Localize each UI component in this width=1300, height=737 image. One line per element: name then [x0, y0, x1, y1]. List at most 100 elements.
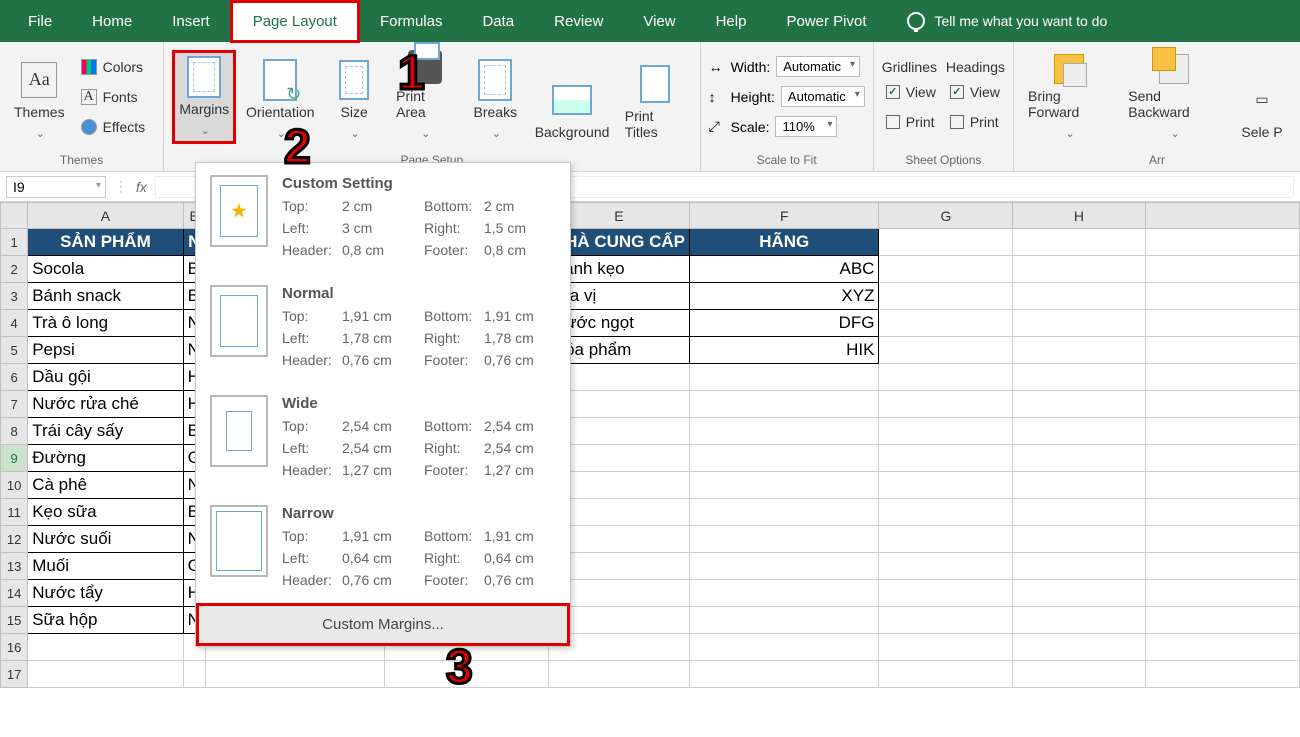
- tab-power-pivot[interactable]: Power Pivot: [766, 3, 886, 40]
- cell[interactable]: [879, 553, 1013, 580]
- row-header[interactable]: 5: [1, 337, 28, 364]
- print-titles-button[interactable]: Print Titles: [619, 50, 692, 144]
- tell-me-search[interactable]: Tell me what you want to do: [907, 12, 1108, 30]
- cell[interactable]: [1145, 256, 1299, 283]
- col-header-i[interactable]: [1145, 203, 1299, 229]
- cell[interactable]: [1013, 310, 1145, 337]
- cell[interactable]: [1145, 580, 1299, 607]
- cell[interactable]: [1145, 472, 1299, 499]
- cell[interactable]: [879, 607, 1013, 634]
- background-button[interactable]: Background: [531, 50, 612, 144]
- size-button[interactable]: Size: [324, 50, 384, 144]
- cell[interactable]: [1145, 391, 1299, 418]
- bring-forward-button[interactable]: Bring Forward: [1022, 50, 1116, 144]
- cell[interactable]: [879, 661, 1013, 688]
- cell[interactable]: [879, 418, 1013, 445]
- cell[interactable]: [1013, 580, 1145, 607]
- cell[interactable]: [1013, 229, 1145, 256]
- cell[interactable]: XYZ: [690, 283, 879, 310]
- cell[interactable]: [879, 256, 1013, 283]
- row-header[interactable]: 6: [1, 364, 28, 391]
- cell[interactable]: [879, 391, 1013, 418]
- cell[interactable]: [1145, 661, 1299, 688]
- margins-option-wide[interactable]: Wide Top:2,54 cmBottom:2,54 cm Left:2,54…: [196, 383, 570, 493]
- cell[interactable]: HÃNG: [690, 229, 879, 256]
- tab-view[interactable]: View: [623, 3, 695, 40]
- tab-home[interactable]: Home: [72, 3, 152, 40]
- cell[interactable]: [1013, 472, 1145, 499]
- cell[interactable]: [879, 310, 1013, 337]
- cell[interactable]: [879, 526, 1013, 553]
- row-header[interactable]: 2: [1, 256, 28, 283]
- headings-view-checkbox[interactable]: View: [946, 79, 1004, 105]
- cell[interactable]: [879, 472, 1013, 499]
- cell[interactable]: [690, 391, 879, 418]
- cell[interactable]: [1013, 661, 1145, 688]
- row-header[interactable]: 15: [1, 607, 28, 634]
- fonts-button[interactable]: AFonts: [77, 84, 156, 110]
- cell[interactable]: [879, 634, 1013, 661]
- cell[interactable]: Trà ô long: [28, 310, 183, 337]
- cell[interactable]: [879, 499, 1013, 526]
- headings-print-checkbox[interactable]: Print: [946, 109, 1003, 135]
- cell[interactable]: Nước rửa ché: [28, 391, 183, 418]
- tab-file[interactable]: File: [8, 3, 72, 40]
- row-header[interactable]: 17: [1, 661, 28, 688]
- cell[interactable]: [1013, 337, 1145, 364]
- cell[interactable]: [1013, 553, 1145, 580]
- row-header[interactable]: 7: [1, 391, 28, 418]
- row-header[interactable]: 13: [1, 553, 28, 580]
- cell[interactable]: [1013, 634, 1145, 661]
- cell[interactable]: Pepsi: [28, 337, 183, 364]
- row-header[interactable]: 1: [1, 229, 28, 256]
- col-header-f[interactable]: F: [690, 203, 879, 229]
- col-header-h[interactable]: H: [1013, 203, 1145, 229]
- breaks-button[interactable]: Breaks: [465, 50, 525, 144]
- cell[interactable]: [1013, 283, 1145, 310]
- select-all-corner[interactable]: [1, 203, 28, 229]
- margins-button[interactable]: Margins: [172, 50, 236, 144]
- tab-data[interactable]: Data: [462, 3, 534, 40]
- cell[interactable]: [1145, 553, 1299, 580]
- cell[interactable]: [690, 607, 879, 634]
- cell[interactable]: Socola: [28, 256, 183, 283]
- col-header-g[interactable]: G: [879, 203, 1013, 229]
- cell[interactable]: [690, 364, 879, 391]
- cell[interactable]: [28, 634, 183, 661]
- cell[interactable]: [879, 337, 1013, 364]
- height-select[interactable]: Automatic: [781, 86, 865, 107]
- cell[interactable]: HIK: [690, 337, 879, 364]
- cell[interactable]: [690, 472, 879, 499]
- cell[interactable]: [183, 661, 205, 688]
- cell[interactable]: [690, 553, 879, 580]
- cell[interactable]: Nước tẩy: [28, 580, 183, 607]
- cell[interactable]: Muối: [28, 553, 183, 580]
- cell[interactable]: [690, 499, 879, 526]
- row-header[interactable]: 12: [1, 526, 28, 553]
- name-box[interactable]: I9: [6, 176, 106, 198]
- scale-select[interactable]: 110%: [775, 116, 837, 137]
- cell[interactable]: [1145, 634, 1299, 661]
- cell[interactable]: [1145, 283, 1299, 310]
- cell[interactable]: [1013, 364, 1145, 391]
- cell[interactable]: [1145, 499, 1299, 526]
- row-header[interactable]: 4: [1, 310, 28, 337]
- row-header[interactable]: 10: [1, 472, 28, 499]
- effects-button[interactable]: Effects: [77, 114, 156, 140]
- cell[interactable]: [1013, 607, 1145, 634]
- cell[interactable]: [1013, 445, 1145, 472]
- cell[interactable]: Kẹo sữa: [28, 499, 183, 526]
- margins-option-narrow[interactable]: Narrow Top:1,91 cmBottom:1,91 cm Left:0,…: [196, 493, 570, 603]
- cell[interactable]: [690, 526, 879, 553]
- cell[interactable]: Sữa hộp: [28, 607, 183, 634]
- cell[interactable]: [1145, 337, 1299, 364]
- cell[interactable]: [1013, 499, 1145, 526]
- gridlines-print-checkbox[interactable]: Print: [882, 109, 939, 135]
- col-header-a[interactable]: A: [28, 203, 183, 229]
- cell[interactable]: [1145, 310, 1299, 337]
- width-select[interactable]: Automatic: [776, 56, 860, 77]
- row-header[interactable]: 16: [1, 634, 28, 661]
- themes-button[interactable]: Aa Themes: [8, 50, 71, 144]
- colors-button[interactable]: Colors: [77, 54, 156, 80]
- cell[interactable]: Trái cây sấy: [28, 418, 183, 445]
